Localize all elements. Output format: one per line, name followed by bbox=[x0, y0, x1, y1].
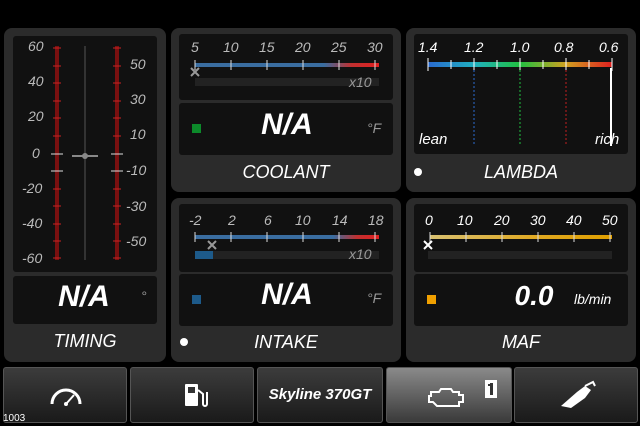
lambda-panel[interactable]: 1.4 1.2 1.0 0.8 0.6 lean rich LAMBDA bbox=[406, 28, 636, 192]
coolant-status-indicator bbox=[192, 124, 201, 133]
intake-status-indicator bbox=[192, 295, 201, 304]
maf-status-indicator bbox=[427, 295, 436, 304]
lambda-lean-label: lean bbox=[419, 131, 448, 148]
intake-unit: °F bbox=[367, 290, 382, 306]
version-tag: 1003 bbox=[3, 413, 26, 424]
maf-title: MAF bbox=[502, 332, 540, 352]
vehicle-name: Skyline 370GT bbox=[268, 386, 372, 403]
nav-fuel-button[interactable] bbox=[130, 367, 254, 423]
nav-pump-button[interactable] bbox=[514, 367, 638, 423]
intake-title: INTAKE bbox=[254, 332, 318, 352]
lambda-title: LAMBDA bbox=[483, 162, 559, 182]
lambda-rich-label: rich bbox=[595, 131, 620, 148]
timing-unit: ° bbox=[141, 288, 147, 304]
timing-title: TIMING bbox=[53, 331, 117, 351]
intake-value: N/A bbox=[261, 278, 313, 311]
maf-panel[interactable]: 0 10 20 30 40 50 0.0 lb/min MAF bbox=[406, 198, 636, 362]
timing-panel[interactable]: 60 40 20 0 -20 -40 -60 50 30 10 -10 -30 … bbox=[4, 28, 166, 362]
nav-engine-button[interactable] bbox=[386, 367, 512, 423]
coolant-unit: °F bbox=[367, 120, 382, 136]
fuel-station-icon bbox=[185, 384, 208, 407]
fuel-nozzle-icon bbox=[561, 380, 596, 408]
coolant-title: COOLANT bbox=[242, 162, 330, 182]
coolant-multiplier: x10 bbox=[349, 74, 372, 90]
intake-multiplier: x10 bbox=[349, 246, 372, 262]
nav-vehicle-button[interactable]: Skyline 370GT bbox=[257, 367, 383, 423]
coolant-panel[interactable]: 5 10 15 20 25 30 x10 N/A °F COOLANT bbox=[171, 28, 401, 192]
timing-value: N/A bbox=[58, 280, 110, 313]
maf-value: 0.0 bbox=[514, 280, 554, 311]
maf-unit: lb/min bbox=[574, 291, 612, 307]
engine-icon bbox=[428, 380, 497, 407]
coolant-value: N/A bbox=[261, 108, 313, 141]
intake-panel[interactable]: -2 2 6 10 14 18 x10 N/A °F INTAKE bbox=[171, 198, 401, 362]
